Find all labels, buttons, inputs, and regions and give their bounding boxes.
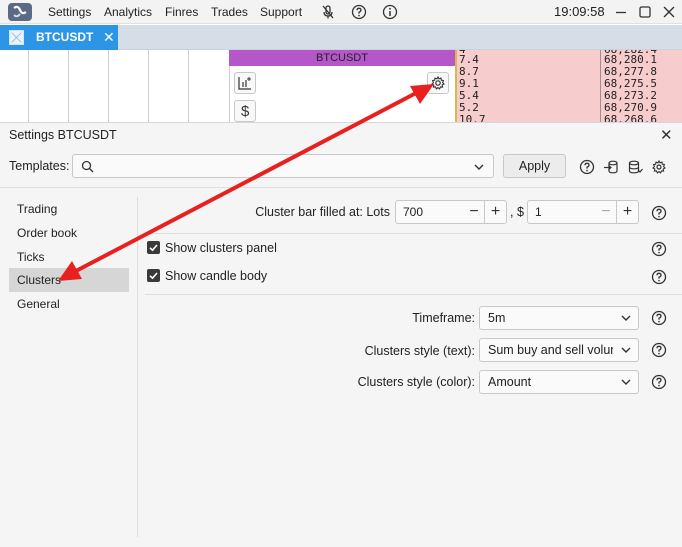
sidebar-item-general[interactable]: General <box>9 292 129 316</box>
grid-line <box>108 50 109 122</box>
settings-panel: Settings BTCUSDT ✕ Templates: Apply Trad… <box>0 122 682 547</box>
currency-button[interactable]: $ <box>234 100 256 122</box>
help-icon[interactable] <box>651 342 667 358</box>
sidebar-item-order-book[interactable]: Order book <box>9 221 129 245</box>
app-logo-icon <box>8 3 32 21</box>
tab-bar: BTCUSDT ✕ <box>0 25 682 50</box>
timeframe-label: Timeframe: <box>412 311 475 325</box>
show-clusters-panel-checkbox[interactable] <box>147 241 160 254</box>
tab-window-icon <box>9 30 24 45</box>
clusters-style-color-select[interactable]: Amount <box>479 370 639 394</box>
timeframe-value: 5m <box>488 311 506 325</box>
show-clusters-panel-label: Show clusters panel <box>165 241 277 255</box>
grid-line <box>188 50 189 122</box>
order-book-row: 10.7 68,268.6 <box>459 113 657 123</box>
clusters-style-color-value: Amount <box>488 375 532 389</box>
lots-decrement-button[interactable]: − <box>464 201 484 223</box>
info-icon[interactable] <box>382 4 398 20</box>
settings-close-icon[interactable]: ✕ <box>660 126 673 144</box>
chevron-down-icon <box>621 315 631 321</box>
sidebar-divider <box>137 197 138 537</box>
cluster-bar-label: Cluster bar filled at: Lots <box>255 205 390 219</box>
mic-off-icon[interactable] <box>320 4 336 20</box>
tab-btcusdt[interactable]: BTCUSDT ✕ <box>0 25 118 50</box>
help-icon[interactable] <box>651 374 667 390</box>
help-icon[interactable] <box>651 241 667 257</box>
add-indicator-button[interactable] <box>234 72 256 94</box>
dollar-icon: $ <box>241 103 250 120</box>
help-icon[interactable] <box>651 310 667 326</box>
templates-label: Templates: <box>9 159 70 173</box>
workspace-background: BTCUSDT $ 468,282.4 7.468,280.1 <box>0 50 682 122</box>
grid-line <box>68 50 69 122</box>
show-candle-body-checkbox[interactable] <box>147 269 160 282</box>
lots-stepper[interactable]: 700 − + <box>395 200 507 224</box>
order-book[interactable]: 468,282.4 7.468,280.1 8.768,277.8 9.168,… <box>455 50 682 122</box>
apply-button[interactable]: Apply <box>503 154 566 178</box>
maximize-icon[interactable] <box>637 4 653 20</box>
timeframe-select[interactable]: 5m <box>479 306 639 330</box>
usd-separator-label: , $ <box>510 205 524 219</box>
minimize-icon[interactable] <box>613 4 629 20</box>
usd-stepper[interactable]: 1 − + <box>527 200 639 224</box>
help-icon[interactable] <box>351 4 367 20</box>
menu-analytics[interactable]: Analytics <box>104 0 152 24</box>
clusters-style-text-label: Clusters style (text): <box>364 344 475 358</box>
tab-close-icon[interactable]: ✕ <box>103 25 115 50</box>
sidebar-item-trading[interactable]: Trading <box>9 197 129 221</box>
lots-increment-button[interactable]: + <box>484 201 506 223</box>
settings-title: Settings BTCUSDT <box>9 128 117 142</box>
clusters-style-text-value: Sum buy and sell volume <box>488 343 613 357</box>
save-template-icon[interactable] <box>627 159 643 175</box>
usd-increment-button[interactable]: + <box>616 201 638 223</box>
widget-title[interactable]: BTCUSDT <box>229 50 455 66</box>
section-divider <box>145 294 682 295</box>
clock: 19:09:58 <box>554 4 605 19</box>
sidebar-item-ticks[interactable]: Ticks <box>9 245 129 269</box>
close-window-icon[interactable] <box>661 4 677 20</box>
chevron-down-icon <box>621 347 631 353</box>
gear-icon[interactable] <box>651 159 667 175</box>
templates-search-select[interactable] <box>72 154 494 178</box>
grid-line <box>28 50 29 122</box>
tab-label: BTCUSDT <box>36 30 94 44</box>
menu-trades[interactable]: Trades <box>211 0 248 24</box>
header-divider <box>0 187 682 188</box>
menu-finres[interactable]: Finres <box>165 0 198 24</box>
checkmark-icon <box>149 244 158 252</box>
clusters-style-color-label: Clusters style (color): <box>357 375 475 389</box>
show-candle-body-label: Show candle body <box>165 269 268 283</box>
import-template-icon[interactable] <box>603 159 619 175</box>
help-icon[interactable] <box>651 205 667 221</box>
help-icon[interactable] <box>579 159 595 175</box>
sidebar-item-clusters[interactable]: Clusters <box>9 268 129 292</box>
menu-support[interactable]: Support <box>260 0 302 24</box>
checkmark-icon <box>149 272 158 280</box>
widget-settings-button[interactable] <box>427 72 449 94</box>
widget-body: $ <box>229 66 455 122</box>
chevron-down-icon <box>474 164 484 170</box>
help-icon[interactable] <box>651 269 667 285</box>
clusters-style-text-select[interactable]: Sum buy and sell volume <box>479 338 639 362</box>
grid-line <box>148 50 149 122</box>
usd-value: 1 <box>535 205 542 219</box>
section-divider <box>145 233 682 234</box>
title-bar: Settings Analytics Finres Trades Support… <box>0 0 682 24</box>
chevron-down-icon <box>621 379 631 385</box>
search-icon <box>81 160 94 173</box>
usd-decrement-button[interactable]: − <box>596 201 616 223</box>
menu-settings[interactable]: Settings <box>48 0 91 24</box>
lots-value: 700 <box>403 205 424 219</box>
gear-icon <box>431 75 445 90</box>
chart-add-icon <box>238 77 251 90</box>
